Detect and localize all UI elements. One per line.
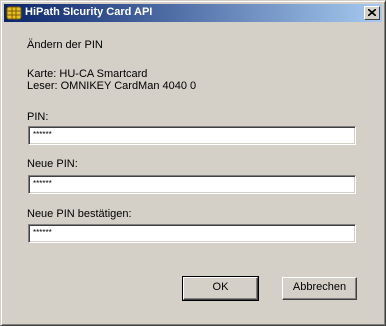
window-title: HiPath SIcurity Card API [25, 6, 153, 18]
pin-field[interactable]: ****** [28, 126, 356, 145]
dialog-heading: Ändern der PIN [27, 39, 103, 51]
reader-info: Leser: OMNIKEY CardMan 4040 0 [27, 80, 197, 92]
confirm-pin-field[interactable]: ****** [28, 224, 356, 243]
card-info: Karte: HU-CA Smartcard [27, 68, 148, 80]
confirm-pin-label: Neue PIN bestätigen: [27, 208, 132, 220]
close-icon [368, 9, 376, 16]
new-pin-field[interactable]: ****** [28, 175, 356, 194]
title-bar[interactable]: HiPath SIcurity Card API [4, 4, 382, 22]
pin-label: PIN: [27, 111, 49, 123]
close-button[interactable] [364, 6, 380, 20]
smartcard-chip-icon [6, 5, 22, 21]
new-pin-label: Neue PIN: [27, 158, 78, 170]
ok-button[interactable]: OK [182, 276, 259, 301]
cancel-button[interactable]: Abbrechen [282, 277, 357, 300]
dialog-window: HiPath SIcurity Card API Ändern der PIN … [0, 0, 386, 326]
